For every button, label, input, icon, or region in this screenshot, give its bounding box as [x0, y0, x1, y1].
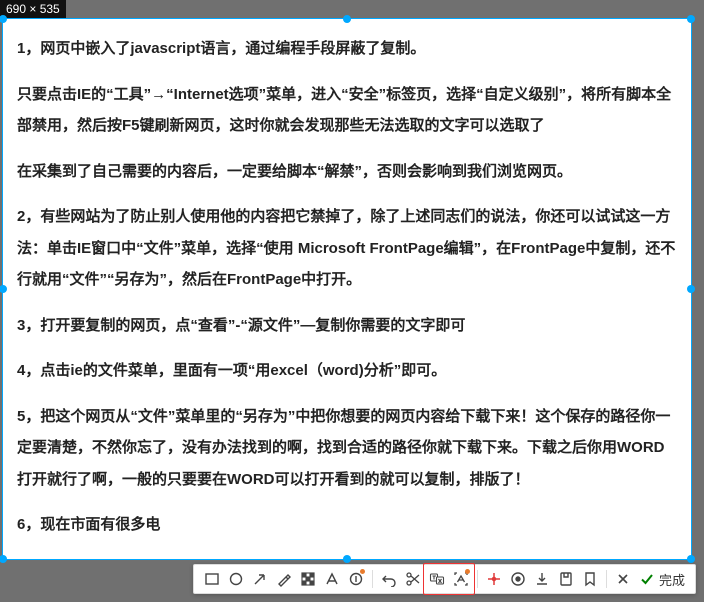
paragraph: 3，打开要复制的网页，点“查看”-“源文件”—复制你需要的文字即可	[17, 310, 677, 342]
done-button[interactable]: 完成	[635, 570, 689, 589]
paragraph: 2，有些网站为了防止别人使用他的内容把它禁掉了，除了上述同志们的说法，你还可以试…	[17, 201, 677, 296]
paragraph: 只要点击IE的“工具”→“Internet选项”菜单，进入“安全”标签页，选择“…	[17, 79, 677, 142]
separator	[372, 570, 373, 588]
resize-handle-bm[interactable]	[343, 555, 351, 563]
paragraph: 1，网页中嵌入了javascript语言，通过编程手段屏蔽了复制。	[17, 33, 677, 65]
resize-handle-tm[interactable]	[343, 15, 351, 23]
scissors-icon[interactable]	[401, 566, 425, 592]
resize-handle-br[interactable]	[687, 555, 695, 563]
paragraph: 在采集到了自己需要的内容后，一定要给脚本“解禁”，否则会影响到我们浏览网页。	[17, 156, 677, 188]
ellipse-tool-icon[interactable]	[224, 566, 248, 592]
done-label: 完成	[659, 570, 685, 589]
undo-icon[interactable]	[377, 566, 401, 592]
close-icon[interactable]	[611, 566, 635, 592]
save-icon[interactable]	[554, 566, 578, 592]
mosaic-tool-icon[interactable]	[296, 566, 320, 592]
article-content: 1，网页中嵌入了javascript语言，通过编程手段屏蔽了复制。 只要点击IE…	[3, 19, 691, 569]
translate-tool-icon[interactable]	[425, 566, 449, 592]
annotation-toolbar: 完成	[193, 564, 696, 594]
counter-tool-icon[interactable]	[344, 566, 368, 592]
separator	[606, 570, 607, 588]
rect-tool-icon[interactable]	[200, 566, 224, 592]
pin-to-screen-icon[interactable]	[482, 566, 506, 592]
bookmark-icon[interactable]	[578, 566, 602, 592]
download-icon[interactable]	[530, 566, 554, 592]
record-icon[interactable]	[506, 566, 530, 592]
text-tool-icon[interactable]	[320, 566, 344, 592]
paragraph: 5，把这个网页从“文件”菜单里的“另存为”中把你想要的网页内容给下载下来！这个保…	[17, 401, 677, 496]
separator	[477, 570, 478, 588]
resize-handle-tr[interactable]	[687, 15, 695, 23]
ocr-tool-icon[interactable]	[449, 566, 473, 592]
paragraph: 4，点击ie的文件菜单，里面有一项“用excel（word)分析”即可。	[17, 355, 677, 387]
dimension-badge: 690 × 535	[0, 0, 66, 18]
arrow-tool-icon[interactable]	[248, 566, 272, 592]
highlighted-tools	[425, 566, 473, 592]
resize-handle-mr[interactable]	[687, 285, 695, 293]
paragraph: 6，现在市面有很多电	[17, 509, 677, 541]
capture-selection[interactable]: 1，网页中嵌入了javascript语言，通过编程手段屏蔽了复制。 只要点击IE…	[2, 18, 692, 560]
pencil-tool-icon[interactable]	[272, 566, 296, 592]
